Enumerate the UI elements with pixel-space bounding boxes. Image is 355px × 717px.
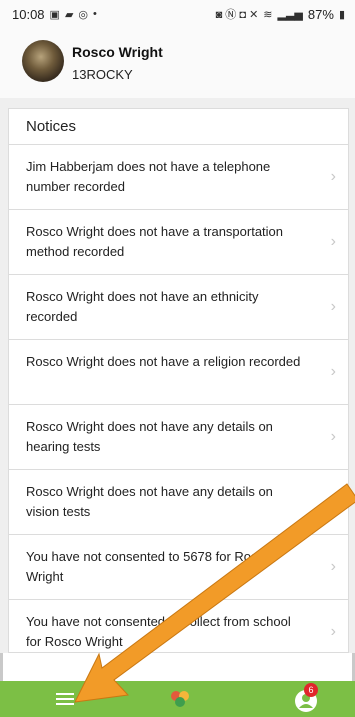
chevron-right-icon: › [330, 623, 336, 640]
status-bar: 10:08 ▣ ▰ ◎ • ◙ Ⓝ ◘ ✕ ≋ ▂▃▅ 87% ▮ [0, 0, 355, 28]
notice-text: You have not consented to 5678 for Rosco… [26, 549, 272, 584]
notice-item[interactable]: Rosco Wright does not have any details o… [9, 405, 348, 470]
signal-icon: ▂▃▅ [277, 8, 303, 21]
notice-text: Rosco Wright does not have any details o… [26, 419, 273, 454]
user-name: Rosco Wright [72, 44, 163, 60]
bottom-nav-bar: 6 [0, 681, 355, 717]
chevron-right-icon: › [330, 363, 336, 380]
chevron-right-icon: › [330, 493, 336, 510]
notice-item[interactable]: You have not consented to collect from s… [9, 600, 348, 652]
menu-icon[interactable] [56, 690, 74, 708]
status-left: 10:08 ▣ ▰ ◎ • [12, 7, 97, 22]
app-logo-icon[interactable] [168, 689, 192, 709]
gallery-icon: ▣ [49, 8, 60, 21]
notice-text: You have not consented to collect from s… [26, 614, 291, 649]
profile-header[interactable]: Rosco Wright 13ROCKY [0, 28, 355, 99]
battery-icon: ▮ [338, 8, 345, 21]
notice-item[interactable]: Jim Habberjam does not have a telephone … [9, 145, 348, 210]
notice-item[interactable]: You have not consented to 5678 for Rosco… [9, 535, 348, 600]
battery-level: 87% [307, 6, 334, 22]
main-content[interactable]: Notices Jim Habberjam does not have a te… [0, 98, 355, 653]
notice-item[interactable]: Rosco Wright does not have a transportat… [9, 210, 348, 275]
notice-text: Jim Habberjam does not have a telephone … [26, 159, 271, 194]
dot-icon: • [93, 8, 97, 20]
notice-text: Rosco Wright does not have a transportat… [26, 224, 284, 259]
notice-text: Rosco Wright does not have any details o… [26, 484, 273, 519]
notification-badge: 6 [304, 683, 318, 697]
chat-icon: ▰ [64, 8, 74, 21]
notice-item[interactable]: Rosco Wright does not have any details o… [9, 470, 348, 535]
status-right: ◙ Ⓝ ◘ ✕ ≋ ▂▃▅ 87% ▮ [216, 6, 345, 22]
chevron-right-icon: › [330, 428, 336, 445]
notification-icons: ◙ Ⓝ ◘ ✕ [215, 9, 259, 21]
notices-card: Notices Jim Habberjam does not have a te… [8, 108, 349, 653]
chevron-right-icon: › [330, 558, 336, 575]
notice-text: Rosco Wright does not have a religion re… [26, 354, 301, 369]
notice-item[interactable]: Rosco Wright does not have an ethnicity … [9, 275, 348, 340]
sync-icon: ◎ [78, 8, 89, 21]
wifi-icon: ≋ [263, 8, 273, 21]
chevron-right-icon: › [330, 233, 336, 250]
notices-title: Notices [9, 109, 348, 145]
notice-item[interactable]: Rosco Wright does not have a religion re… [9, 340, 348, 405]
chevron-right-icon: › [330, 298, 336, 315]
avatar[interactable] [22, 40, 64, 82]
user-code: 13ROCKY [72, 67, 133, 82]
chevron-right-icon: › [330, 168, 336, 185]
notice-text: Rosco Wright does not have an ethnicity … [26, 289, 259, 324]
status-time: 10:08 [12, 6, 45, 22]
